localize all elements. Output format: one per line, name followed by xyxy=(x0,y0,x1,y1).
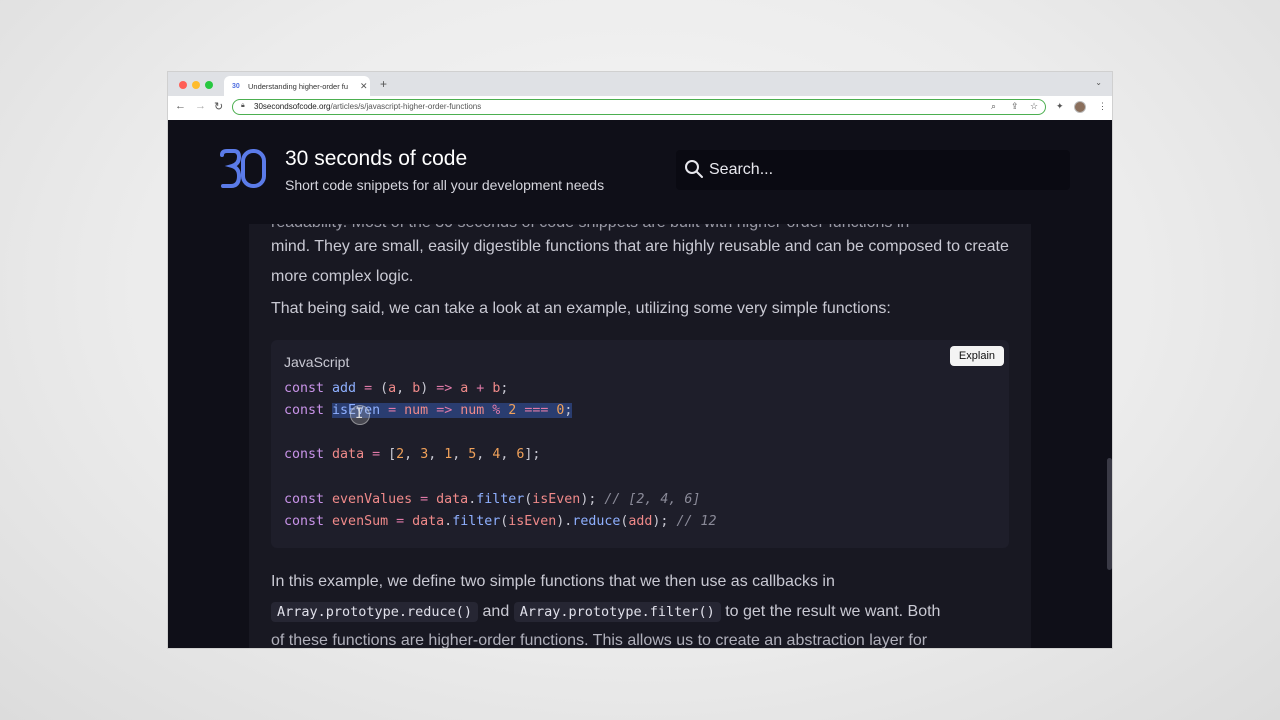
inline-code: Array.prototype.reduce() xyxy=(271,602,479,622)
code-line[interactable]: const evenSum = data.filter(isEven).redu… xyxy=(284,514,716,529)
logo-icon[interactable] xyxy=(219,148,267,190)
favicon-icon: 30 xyxy=(232,82,240,90)
tab-title: Understanding higher-order fu xyxy=(248,81,349,91)
site-subtitle: Short code snippets for all your develop… xyxy=(285,177,605,193)
content-area: readability. Most of the 30 seconds of c… xyxy=(168,224,1112,648)
bookmark-star-icon[interactable]: ☆ xyxy=(1030,101,1038,112)
scrollbar[interactable] xyxy=(1107,458,1112,570)
paragraph: In this example, we define two simple fu… xyxy=(271,573,835,590)
paragraph-partial: of these functions are higher-order func… xyxy=(271,632,928,648)
address-bar[interactable]: 🔒︎ 30secondsofcode.org/articles/s/javasc… xyxy=(232,99,1046,115)
lock-icon[interactable]: 🔒︎ xyxy=(241,102,245,110)
browser-toolbar: ← → ↻ 🔒︎ 30secondsofcode.org/articles/s/… xyxy=(168,96,1112,121)
extensions-icon[interactable]: ✦ xyxy=(1056,101,1064,112)
tab-strip: 30 Understanding higher-order fu ✕ + ⌄ xyxy=(168,72,1112,96)
minimize-window-button[interactable] xyxy=(192,81,200,89)
reload-icon[interactable]: ↻ xyxy=(214,100,223,113)
zoom-icon[interactable]: ⌕ xyxy=(991,101,996,112)
explain-button[interactable]: Explain xyxy=(949,346,1004,366)
close-window-button[interactable] xyxy=(179,81,187,89)
code-line[interactable]: const add = (a, b) => a + b; xyxy=(284,381,508,396)
site-header: 30 seconds of code Short code snippets f… xyxy=(168,120,1112,224)
new-tab-icon[interactable]: + xyxy=(380,77,387,91)
profile-avatar[interactable] xyxy=(1074,101,1086,113)
paragraph: mind. They are small, easily digestible … xyxy=(271,238,1009,285)
code-line[interactable]: const data = [2, 3, 1, 5, 4, 6]; xyxy=(284,447,540,462)
window-controls xyxy=(179,81,213,89)
text-cursor-icon: I xyxy=(355,406,364,422)
site-title[interactable]: 30 seconds of code xyxy=(285,147,467,171)
tab-close-icon[interactable]: ✕ xyxy=(360,81,368,92)
forward-icon[interactable]: → xyxy=(195,100,206,112)
menu-kebab-icon[interactable]: ⋮ xyxy=(1098,101,1107,112)
share-icon[interactable]: ⇪ xyxy=(1011,101,1019,112)
inline-code: Array.prototype.filter() xyxy=(513,602,721,622)
search-input[interactable]: Search... xyxy=(676,150,1070,190)
paragraph: That being said, we can take a look at a… xyxy=(271,300,891,317)
paragraph-with-code: Array.prototype.reduce() and Array.proto… xyxy=(271,597,1011,627)
search-placeholder: Search... xyxy=(709,161,774,178)
url-text[interactable]: 30secondsofcode.org/articles/s/javascrip… xyxy=(254,102,481,111)
search-icon xyxy=(685,160,703,178)
code-line[interactable]: const evenValues = data.filter(isEven); … xyxy=(284,492,700,507)
back-icon[interactable]: ← xyxy=(175,100,186,112)
tab-search-chevron-icon[interactable]: ⌄ xyxy=(1095,78,1102,87)
code-block: JavaScript Explain const add = (a, b) =>… xyxy=(271,340,1009,548)
browser-tab[interactable]: 30 Understanding higher-order fu ✕ xyxy=(224,76,370,96)
browser-window: 30 Understanding higher-order fu ✕ + ⌄ ←… xyxy=(168,72,1112,648)
article-card: readability. Most of the 30 seconds of c… xyxy=(249,224,1031,648)
code-language-label: JavaScript xyxy=(284,354,350,370)
code-line[interactable]: const isEven = num => num % 2 === 0; xyxy=(284,403,573,418)
zoom-window-button[interactable] xyxy=(205,81,213,89)
